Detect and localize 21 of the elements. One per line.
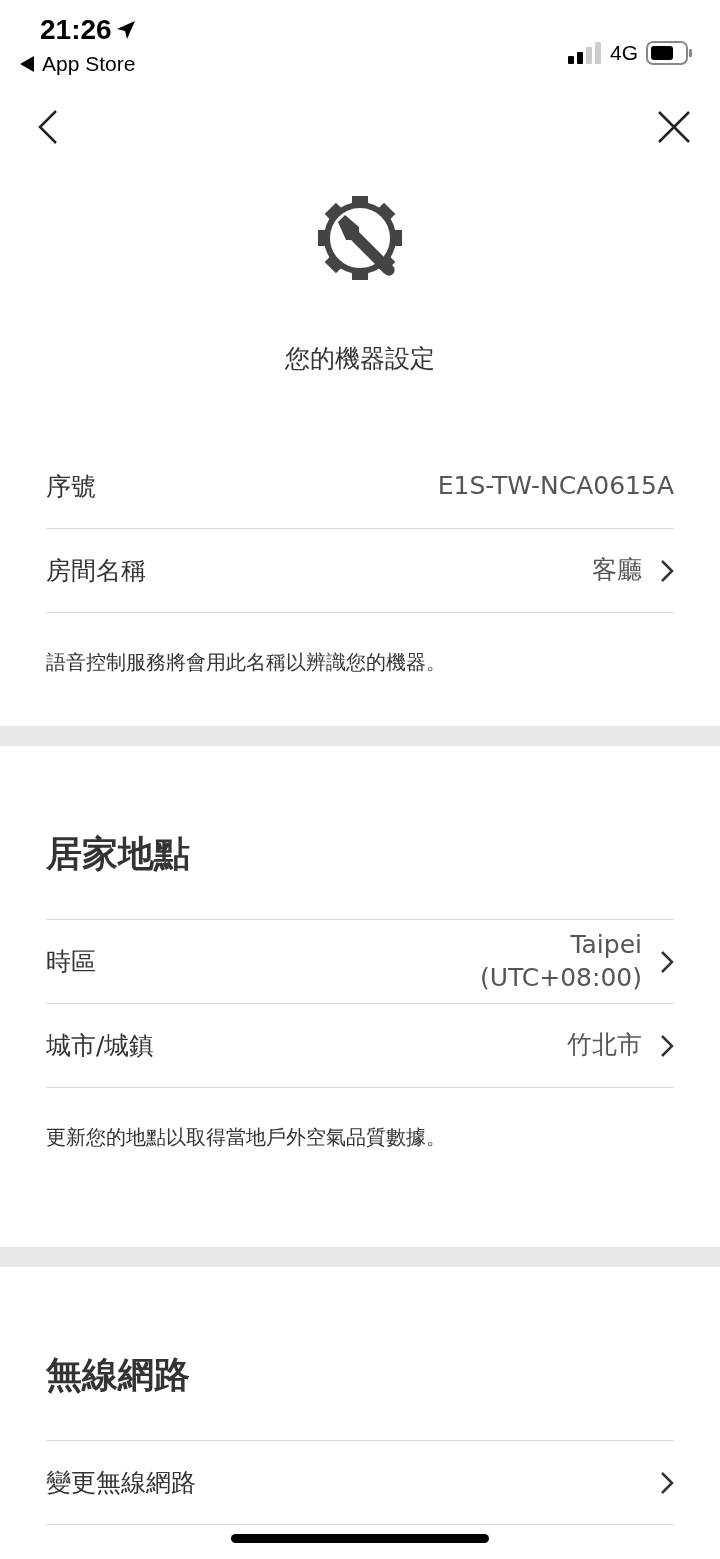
page-title: 您的機器設定: [285, 343, 435, 375]
section-heading: 居家地點: [46, 832, 191, 876]
battery-icon: [646, 41, 692, 65]
settings-row[interactable]: 城市/城鎮 竹北市: [46, 1004, 674, 1088]
settings-row[interactable]: 變更無線網路: [46, 1440, 674, 1525]
network-type: 4G: [610, 41, 638, 65]
chevron-right-icon: [660, 558, 674, 583]
back-to-app-link[interactable]: App Store: [42, 52, 136, 76]
status-time: 21:26: [40, 14, 112, 46]
chevron-right-icon: [660, 1033, 674, 1058]
chevron-right-icon: [660, 1470, 674, 1495]
signal-icon: [568, 42, 602, 64]
section-note: 語音控制服務將會用此名稱以辨識您的機器。: [46, 649, 447, 676]
settings-row: 序號 E1S-TW-NCA0615A: [46, 445, 674, 529]
location-arrow-icon: [115, 20, 136, 40]
section-heading: 無線網路: [46, 1353, 191, 1397]
back-triangle-icon: [20, 56, 34, 72]
settings-row[interactable]: 房間名稱 客廳: [46, 529, 674, 613]
chevron-right-icon: [660, 949, 674, 974]
section-note: 更新您的地點以取得當地戶外空氣品質數據。: [46, 1124, 447, 1151]
settings-row[interactable]: 時區 Taipei (UTC+08:00): [46, 919, 674, 1004]
